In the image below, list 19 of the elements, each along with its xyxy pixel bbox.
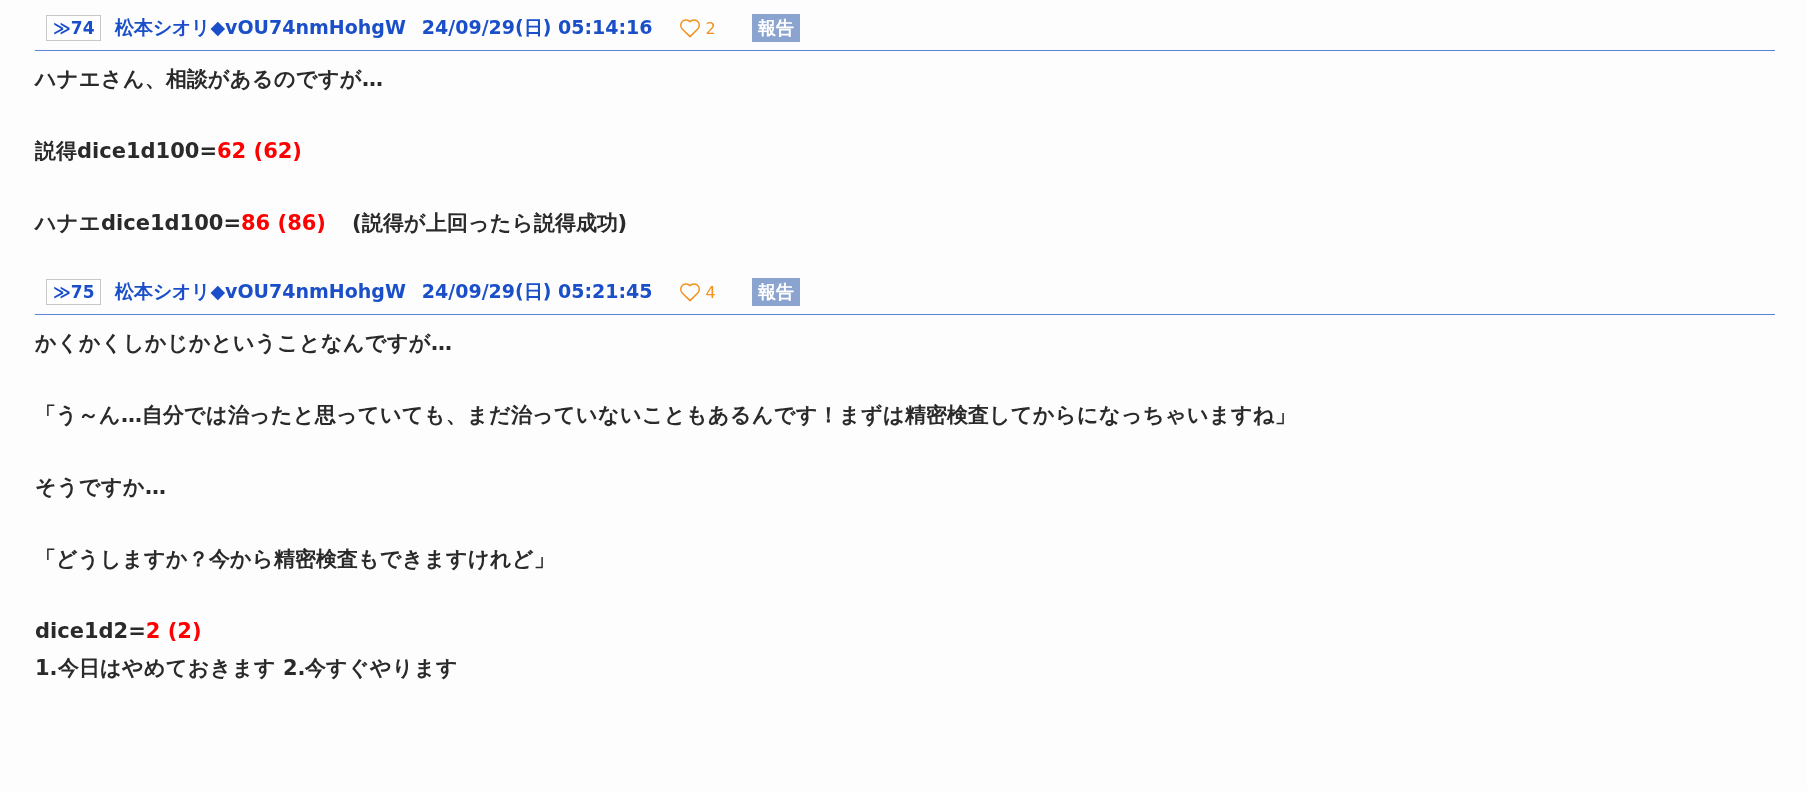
post-text: 「う～ん…自分では治ったと思っていても、まだ治っていないこともあるんです！まずは精密検査してからになっちゃいますね」 xyxy=(35,402,1297,429)
heart-icon[interactable] xyxy=(678,18,701,38)
post-number-link[interactable]: ≫75 xyxy=(46,279,102,305)
post-text: ハナエdice1d100=86 (86) (説得が上回ったら説得成功) xyxy=(35,210,629,237)
poster-name: 松本シオリ◆vOU74nmHohgW xyxy=(115,15,406,40)
post-text: 1.今日はやめておきます 2.今すぐやります xyxy=(35,655,460,682)
post-date: 24/09/29(日) 05:21:45 xyxy=(421,279,653,304)
post-number-link[interactable]: ≫74 xyxy=(46,15,102,41)
poster-name: 松本シオリ◆vOU74nmHohgW xyxy=(115,279,406,304)
post-text: かくかくしかじかということなんですが… xyxy=(35,330,453,357)
post-text: dice1d2=2 (2) xyxy=(35,618,203,645)
post-date: 24/09/29(日) 05:14:16 xyxy=(421,15,653,40)
post-text: 「どうしますか？今から精密検査もできますけれど」 xyxy=(35,546,556,573)
post-text: そうですか… xyxy=(35,474,167,501)
post-text: ハナエさん、相談があるのですが… xyxy=(35,66,384,93)
like-count: 4 xyxy=(705,282,716,302)
post-text: 説得dice1d100=62 (62) xyxy=(35,138,303,165)
like-count: 2 xyxy=(705,18,716,38)
heart-icon[interactable] xyxy=(678,282,701,302)
